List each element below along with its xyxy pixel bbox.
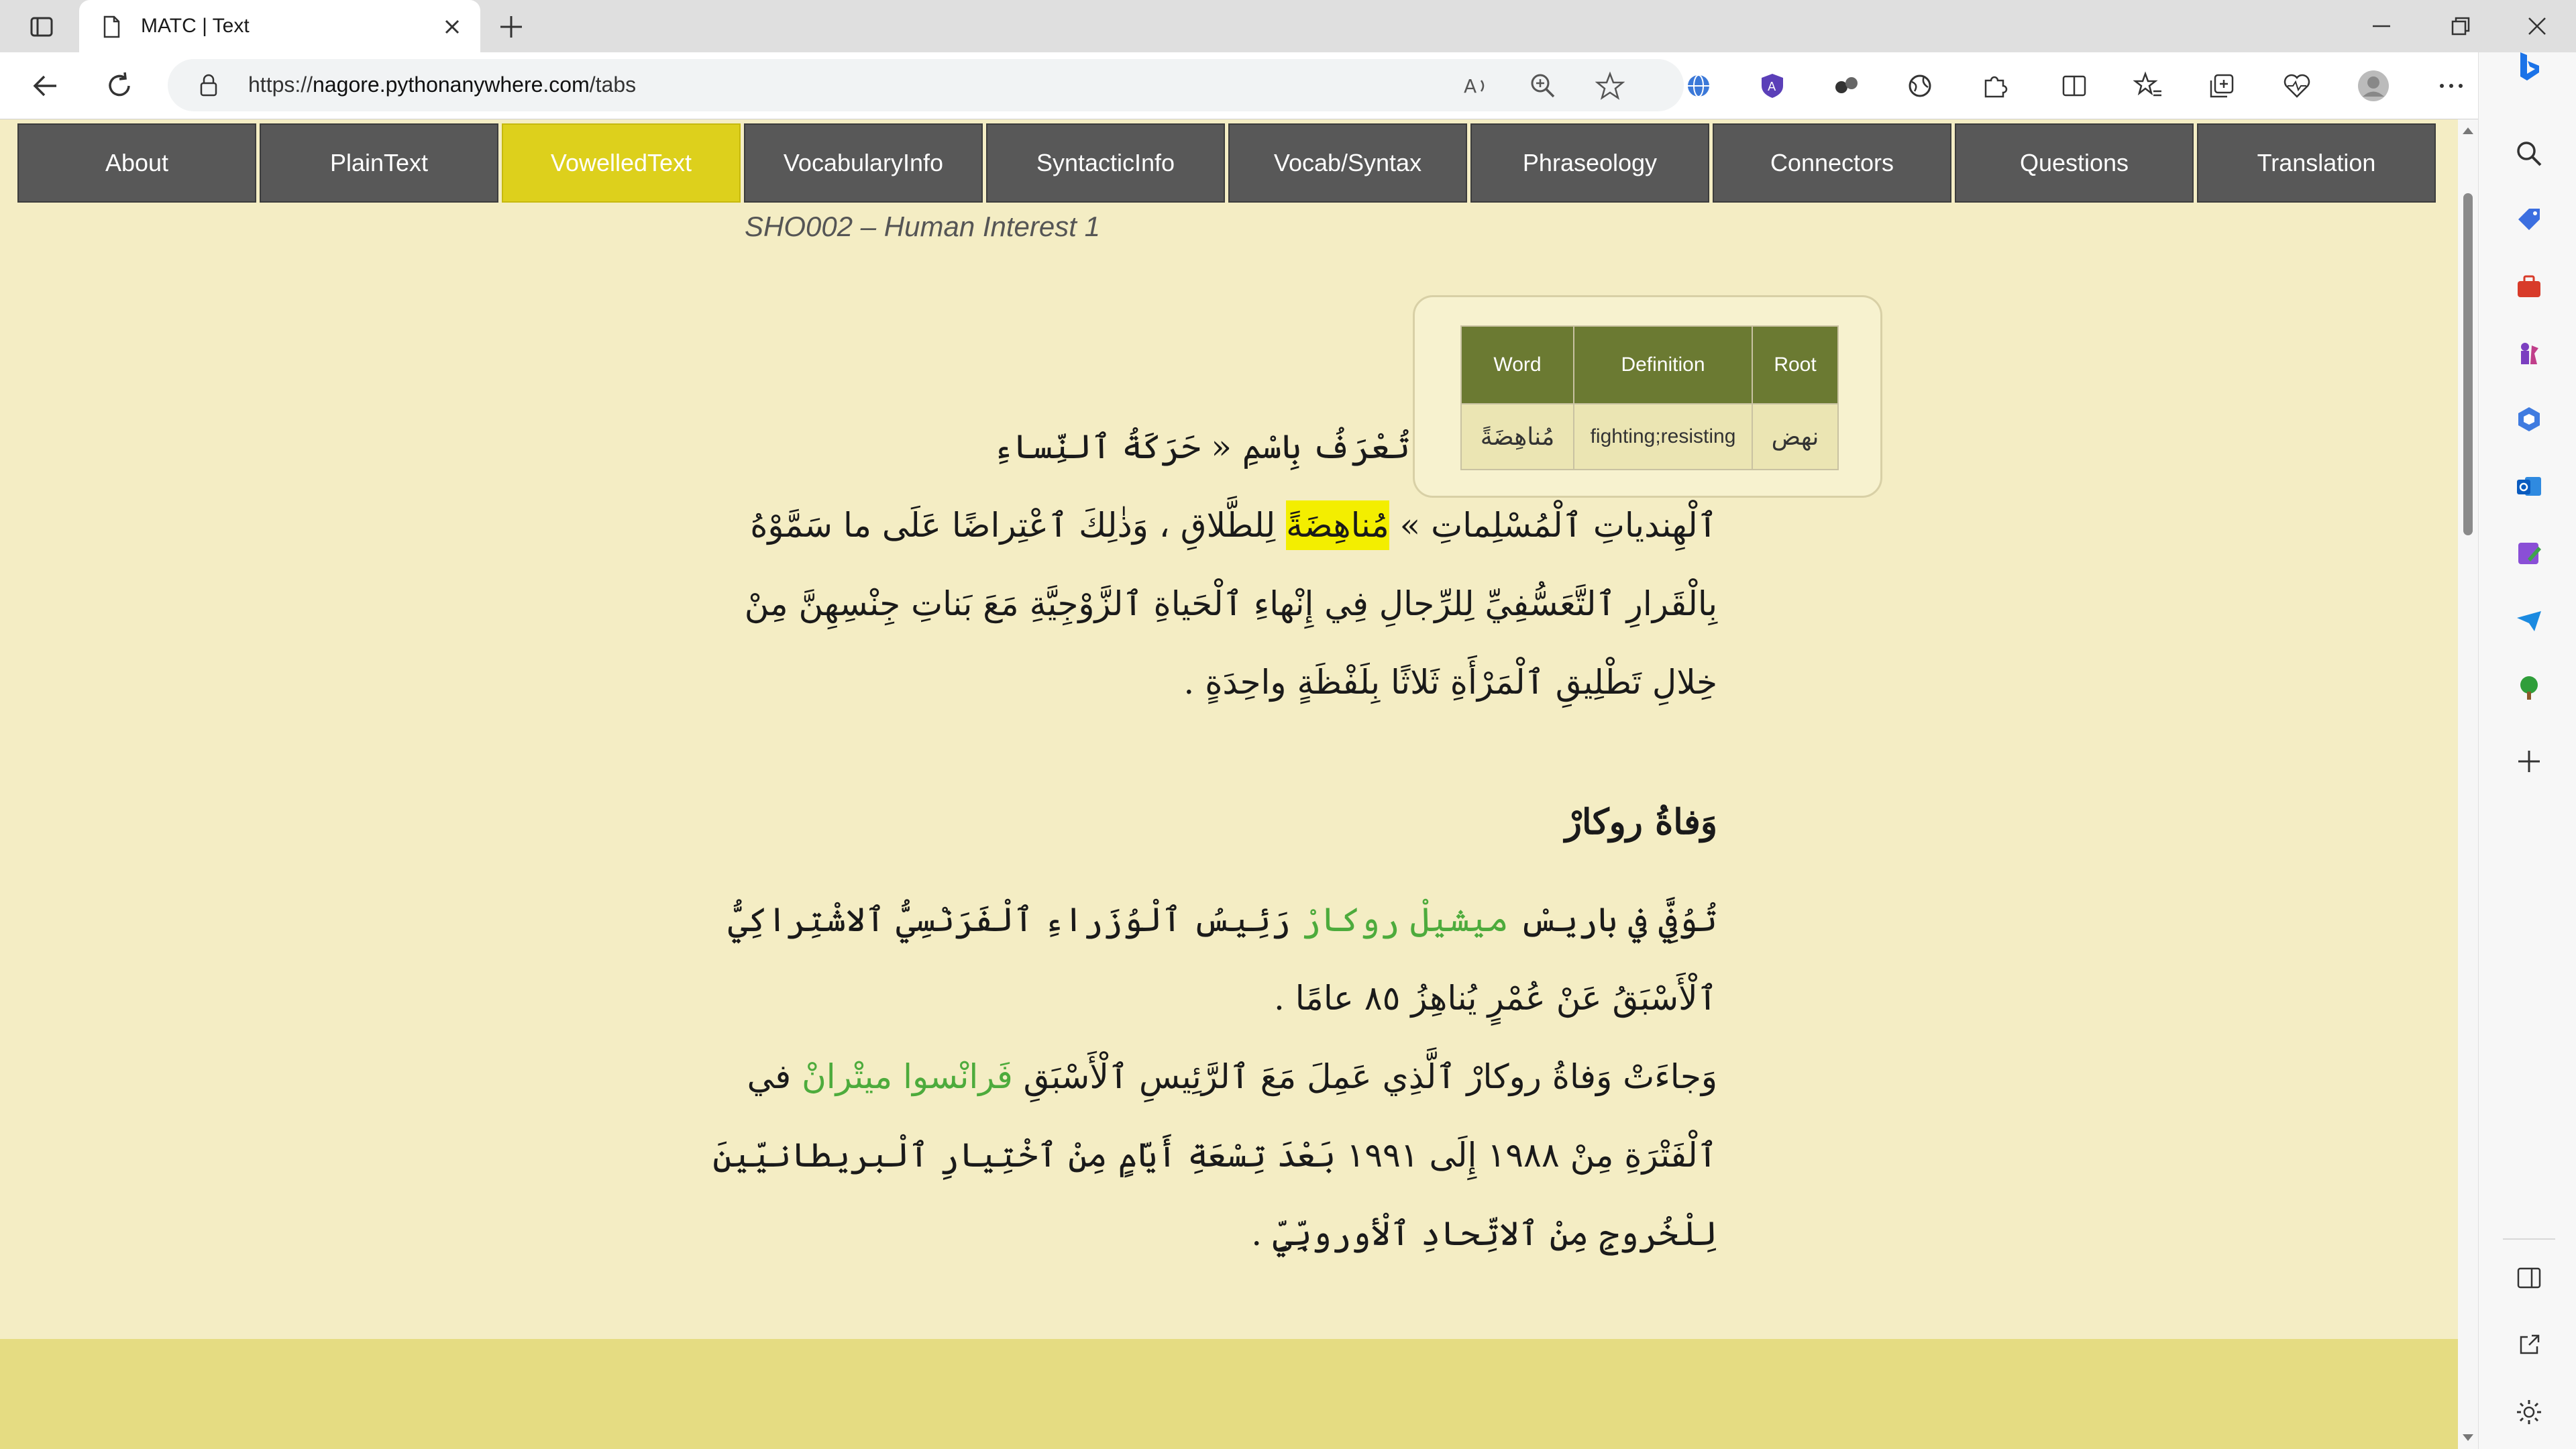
text-line: ٱلْفَتْرَةِ مِنْ ١٩٨٨ إِلَى ١٩٩١ بَعْدَ …	[712, 1136, 1717, 1175]
scroll-down-arrow-icon[interactable]	[2463, 1434, 2473, 1441]
settings-gear-icon[interactable]	[2511, 1394, 2547, 1430]
url-field[interactable]: https://nagore.pythonanywhere.com/tabs	[168, 59, 1684, 111]
close-tab-icon[interactable]	[439, 13, 466, 40]
word-info-popup: Word Definition Root مُناهِضَةً fighting…	[1413, 295, 1882, 498]
tab-actions-icon[interactable]	[25, 11, 58, 43]
translate-extension-icon[interactable]	[1680, 67, 1717, 105]
tab-vocab-syntax[interactable]: Vocab/Syntax	[1228, 123, 1467, 203]
text-line: لِلْخُروجِ مِنْ ٱلاتِّحادِ ٱلْأوروبِّيِّ…	[1251, 1214, 1717, 1253]
person-name-link[interactable]: ميشيلْ روكارْ	[1301, 900, 1509, 939]
search-icon[interactable]	[2511, 136, 2547, 172]
arabic-paragraph-2: تُوُفِّيَ في باريسْ ميشيلْ روكارْ رَئِيس…	[712, 881, 1717, 1273]
open-external-icon[interactable]	[2511, 1327, 2547, 1363]
tab-questions[interactable]: Questions	[1955, 123, 2194, 203]
text-line: بِالْقَرارِ ٱلتَّعَسُّفِيِّ لِلرِّجالِ ف…	[744, 584, 1717, 623]
games-chess-icon[interactable]	[2511, 335, 2547, 372]
globe-extension-icon[interactable]	[1901, 67, 1939, 105]
tab-syntacticinfo[interactable]: SyntacticInfo	[986, 123, 1225, 203]
text-segment: رَئِيسُ ٱلْوُزَراءِ ٱلْفَرَنْسِيُّ ٱلاشْ…	[728, 900, 1301, 939]
column-header-root: Root	[1752, 325, 1839, 405]
window-close-icon[interactable]	[2517, 9, 2557, 43]
text-line: خِلالِ تَطْلِيقِ ٱلْمَرْأَةِ ثَلاثًا بِل…	[1183, 663, 1717, 702]
tab-vocabularyinfo[interactable]: VocabularyInfo	[744, 123, 983, 203]
text-segment: لِلطَّلاقِ ، وَذٰلِكَ ٱعْتِراضًا عَلَى م…	[750, 506, 1287, 545]
text-segment: تُوُفِّيَ في باريسْ	[1508, 900, 1717, 939]
favorites-icon[interactable]	[2129, 67, 2167, 105]
table-header-row: Word Definition Root	[1460, 325, 1839, 405]
page-content: About PlainText VowelledText VocabularyI…	[0, 119, 2458, 1449]
sidebar-panel-icon[interactable]	[2511, 1260, 2547, 1296]
outlook-icon[interactable]	[2511, 468, 2547, 504]
read-aloud-icon[interactable]: A	[1457, 67, 1495, 105]
browser-tab-strip: MATC | Text	[0, 0, 2576, 52]
performance-heart-icon[interactable]	[2278, 67, 2316, 105]
lock-icon[interactable]	[196, 72, 221, 98]
minimize-icon[interactable]	[2361, 9, 2402, 43]
tools-briefcase-icon[interactable]	[2511, 268, 2547, 305]
cell-root: نهض	[1752, 403, 1839, 470]
cell-word: مُناهِضَةً	[1460, 403, 1574, 470]
tab-translation[interactable]: Translation	[2197, 123, 2436, 203]
text-segment: في	[747, 1057, 802, 1096]
page-footer-band	[0, 1339, 2458, 1449]
section-tabs: About PlainText VowelledText VocabularyI…	[17, 123, 2442, 205]
page-scrollbar[interactable]	[2458, 119, 2478, 1449]
designer-icon[interactable]	[2511, 535, 2547, 572]
profile-avatar-icon[interactable]	[2355, 67, 2392, 105]
article-heading: وَفاةُ روكارْ	[1564, 802, 1717, 843]
text-line: تُوُفِّيَ في باريسْ ميشيلْ روكارْ رَئِيس…	[712, 881, 1717, 959]
text-line: وَجاءَتْ وَفاةُ روكارْ ٱلَّذِي عَمِلَ مَ…	[712, 1038, 1717, 1116]
word-info-table: Word Definition Root مُناهِضَةً fighting…	[1460, 325, 1839, 470]
tree-icon[interactable]	[2511, 669, 2547, 706]
shield-extension-icon[interactable]: A	[1754, 67, 1791, 105]
scrollbar-thumb[interactable]	[2463, 193, 2473, 535]
tab-about[interactable]: About	[17, 123, 256, 203]
table-row: مُناهِضَةً fighting;resisting نهض	[1460, 403, 1839, 470]
url-scheme: https://	[248, 72, 313, 97]
new-tab-plus-icon[interactable]	[496, 12, 526, 42]
edge-sidebar	[2478, 52, 2576, 1449]
text-segment: ٱلْهِندياتِ ٱلْمُسْلِماتِ »	[1389, 506, 1717, 545]
tab-vowelledtext[interactable]: VowelledText	[502, 123, 741, 203]
send-plane-icon[interactable]	[2511, 602, 2547, 639]
browser-tab[interactable]: MATC | Text	[79, 0, 480, 52]
document-title: SHO002 – Human Interest 1	[745, 211, 1100, 242]
scroll-up-arrow-icon[interactable]	[2463, 127, 2473, 134]
svg-text:A: A	[1768, 80, 1776, 94]
zoom-icon[interactable]	[1524, 67, 1562, 105]
split-screen-icon[interactable]	[2055, 67, 2093, 105]
text-line: ٱلْأَسْبَقُ عَنْ عُمْرٍ يُناهِزُ ٨٥ عامً…	[1274, 979, 1717, 1018]
url-path: /tabs	[589, 72, 637, 97]
page-icon	[98, 13, 125, 40]
microsoft365-icon[interactable]	[2511, 401, 2547, 437]
tab-plaintext[interactable]: PlainText	[260, 123, 498, 203]
add-sidebar-app-icon[interactable]	[2511, 743, 2547, 780]
reload-icon[interactable]	[102, 68, 137, 103]
person-name-link[interactable]: فَرانْسوا ميتْرانْ	[802, 1057, 1013, 1096]
more-menu-icon[interactable]	[2432, 67, 2470, 105]
highlighted-word[interactable]: مُناهِضَةً	[1286, 500, 1389, 550]
svg-text:A: A	[1464, 75, 1477, 97]
bing-copilot-icon[interactable]	[2511, 48, 2547, 85]
extensions-puzzle-icon[interactable]	[1976, 67, 2014, 105]
cell-definition: fighting;resisting	[1573, 403, 1753, 470]
url-domain: nagore.pythonanywhere.com	[313, 72, 590, 97]
text-line: ٱلْهِندياتِ ٱلْمُسْلِماتِ » مُناهِضَةً ل…	[745, 486, 1717, 565]
text-segment: وَجاءَتْ وَفاةُ روكارْ ٱلَّذِي عَمِلَ مَ…	[1012, 1057, 1717, 1096]
column-header-word: Word	[1460, 325, 1574, 405]
column-header-definition: Definition	[1573, 325, 1753, 405]
restore-icon[interactable]	[2440, 9, 2481, 43]
back-arrow-icon[interactable]	[28, 68, 63, 103]
url-text: https://nagore.pythonanywhere.com/tabs	[248, 72, 636, 97]
sidebar-divider	[2503, 1238, 2555, 1240]
tab-title: MATC | Text	[141, 15, 250, 37]
star-icon[interactable]	[1591, 67, 1629, 105]
tab-connectors[interactable]: Connectors	[1713, 123, 1951, 203]
tab-phraseology[interactable]: Phraseology	[1470, 123, 1709, 203]
glasses-extension-icon[interactable]	[1827, 67, 1865, 105]
shopping-tag-icon[interactable]	[2511, 201, 2547, 237]
collections-icon[interactable]	[2203, 67, 2241, 105]
address-toolbar: https://nagore.pythonanywhere.com/tabs A…	[0, 52, 2576, 119]
